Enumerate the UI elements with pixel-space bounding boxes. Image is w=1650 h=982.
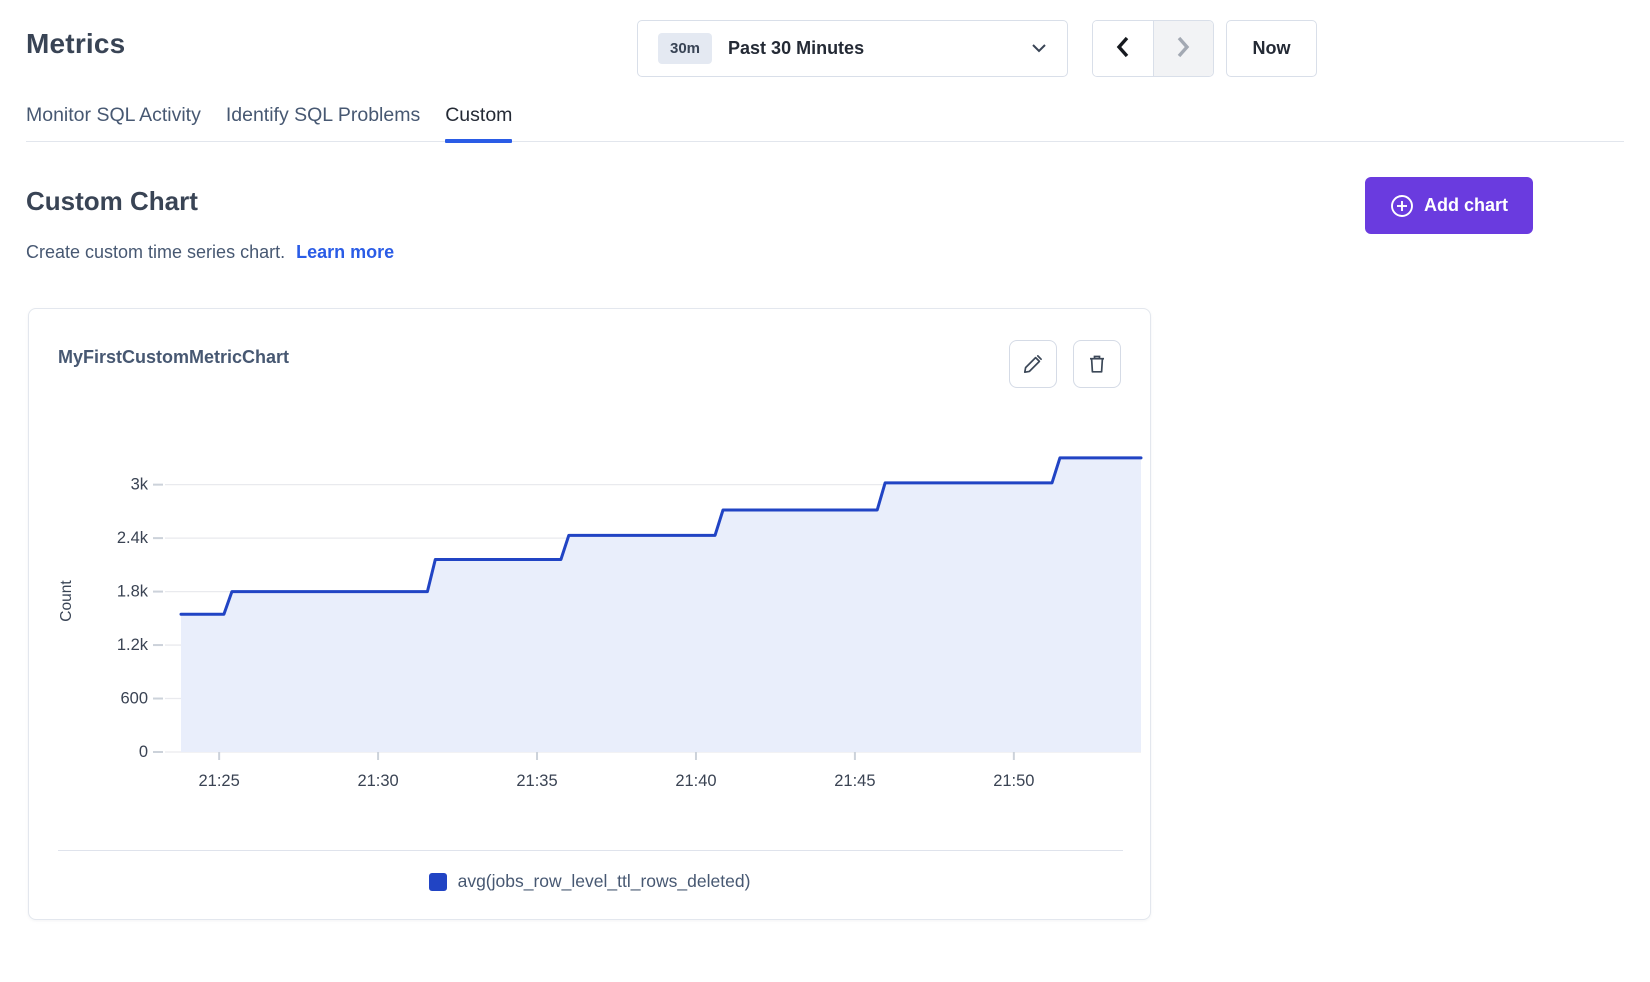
- add-chart-button[interactable]: Add chart: [1365, 177, 1533, 234]
- section-description-text: Create custom time series chart.: [26, 242, 285, 262]
- y-tick-label: 0: [139, 743, 148, 761]
- x-tick-label: 21:40: [675, 772, 716, 790]
- y-tick-label: 3k: [131, 476, 149, 494]
- pencil-icon: [1022, 353, 1044, 375]
- x-tick-label: 21:35: [516, 772, 557, 790]
- chart-title: MyFirstCustomMetricChart: [58, 347, 289, 368]
- x-tick-label: 21:45: [834, 772, 875, 790]
- time-pager: [1092, 20, 1214, 77]
- y-tick-label: 1.2k: [117, 636, 149, 654]
- x-tick-label: 21:25: [198, 772, 239, 790]
- tab-monitor-sql-activity[interactable]: Monitor SQL Activity: [26, 100, 201, 141]
- previous-time-button[interactable]: [1093, 21, 1153, 76]
- section-description: Create custom time series chart. Learn m…: [26, 242, 394, 263]
- chart-plot-area[interactable]: 0 600 1.2k 1.8k 2.4k 3k 21:25 21:30 21:35 21:40 21…: [41, 429, 1146, 801]
- page-title: Metrics: [26, 28, 125, 60]
- metrics-tabs: Monitor SQL Activity Identify SQL Proble…: [26, 100, 1624, 142]
- now-button[interactable]: Now: [1226, 20, 1317, 77]
- metrics-page: Metrics 30m Past 30 Minutes Now Monitor …: [0, 0, 1650, 982]
- delete-chart-button[interactable]: [1073, 340, 1121, 388]
- tab-custom[interactable]: Custom: [445, 100, 512, 141]
- card-divider: [58, 850, 1123, 851]
- time-range-badge: 30m: [658, 33, 712, 64]
- next-time-button[interactable]: [1153, 21, 1214, 76]
- y-axis-label: Count: [58, 580, 75, 622]
- add-chart-label: Add chart: [1424, 195, 1508, 216]
- y-tick-label: 2.4k: [117, 529, 149, 547]
- plus-circle-icon: [1390, 194, 1414, 218]
- y-tick-label: 1.8k: [117, 583, 149, 601]
- x-tick-label: 21:30: [357, 772, 398, 790]
- learn-more-link[interactable]: Learn more: [296, 242, 394, 262]
- time-range-label: Past 30 Minutes: [728, 38, 864, 59]
- legend-swatch: [429, 873, 447, 891]
- tab-identify-sql-problems[interactable]: Identify SQL Problems: [226, 100, 420, 141]
- chart-legend: avg(jobs_row_level_ttl_rows_deleted): [29, 871, 1150, 892]
- y-tick-label: 600: [120, 690, 148, 708]
- legend-label: avg(jobs_row_level_ttl_rows_deleted): [458, 871, 751, 892]
- series-area: [181, 458, 1141, 752]
- edit-chart-button[interactable]: [1009, 340, 1057, 388]
- chevron-left-icon: [1115, 35, 1130, 62]
- legend-item[interactable]: avg(jobs_row_level_ttl_rows_deleted): [429, 871, 751, 892]
- chevron-right-icon: [1176, 35, 1191, 62]
- custom-chart-plot[interactable]: 0 600 1.2k 1.8k 2.4k 3k 21:25 21:30 21:35 21:40 21…: [41, 429, 1146, 801]
- chevron-down-icon: [1031, 40, 1047, 58]
- custom-chart-card: MyFirstCustomMetricChart 0 600 1.2k 1.8k 2.4…: [28, 308, 1151, 920]
- section-title: Custom Chart: [26, 186, 198, 217]
- trash-icon: [1086, 353, 1108, 375]
- time-range-dropdown[interactable]: 30m Past 30 Minutes: [637, 20, 1068, 77]
- x-tick-label: 21:50: [993, 772, 1034, 790]
